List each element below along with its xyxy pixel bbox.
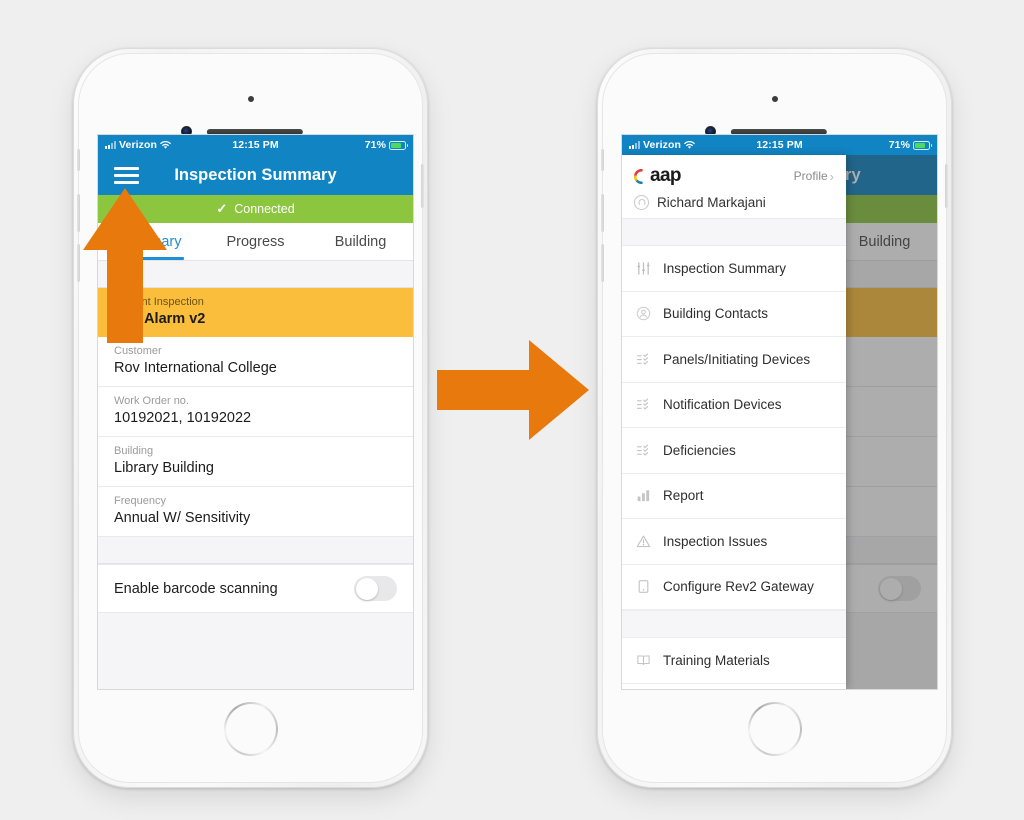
carrier-label: Verizon [119, 139, 158, 151]
signal-bars-icon [629, 141, 640, 149]
proximity-sensor-icon [247, 96, 254, 102]
profile-link[interactable]: Profile › [794, 169, 834, 184]
field-label: Frequency [114, 495, 166, 507]
signal-bars-icon [105, 141, 116, 149]
check-icon: ✓ [216, 201, 228, 216]
tab-progress[interactable]: Progress [203, 223, 308, 260]
wifi-icon [684, 140, 696, 149]
left-phone-body: Verizon 12:15 PM 71% Inspection Summary … [77, 53, 424, 783]
book-icon [636, 653, 651, 668]
volume-down-button[interactable] [77, 244, 80, 282]
drawer-user-row[interactable]: Richard Markajani [634, 195, 834, 210]
user-avatar-icon [634, 195, 649, 210]
proximity-sensor-icon [771, 96, 778, 102]
right-phone-device: Verizon 12:15 PM 71% Building aap Profil… [597, 48, 952, 788]
menu-item-inspection-issues[interactable]: Inspection Issues [622, 519, 846, 565]
volume-up-button[interactable] [77, 194, 80, 232]
page-title: Inspection Summary [174, 165, 337, 184]
checklist-icon [636, 397, 651, 412]
menu-item-label: Report [663, 488, 704, 504]
menu-item-label: Configure Rev2 Gateway [663, 579, 814, 595]
menu-item-report[interactable]: Report [622, 473, 846, 519]
battery-percent-label: 71% [364, 139, 387, 151]
volume-up-button[interactable] [601, 194, 604, 232]
menu-item-building-contacts[interactable]: Building Contacts [622, 291, 846, 337]
menu-item-panels-initiating-devices[interactable]: Panels/Initiating Devices [622, 337, 846, 383]
user-name-label: Richard Markajani [657, 195, 766, 210]
connection-status-label: Connected [234, 202, 295, 216]
bar-chart-icon [636, 488, 651, 503]
drawer-menu-separator [622, 610, 846, 638]
menu-item-label: Panels/Initiating Devices [663, 351, 811, 367]
field-value: Library Building [114, 460, 214, 476]
drawer-menu-list: Inspection Summary Building Contacts Pan… [622, 246, 846, 689]
checklist-icon [636, 352, 651, 367]
field-customer: Customer Rov International College [98, 337, 413, 387]
field-value: 10192021, 10192022 [114, 410, 252, 426]
home-button[interactable] [748, 702, 802, 756]
power-button[interactable] [945, 164, 948, 208]
contact-avatar-icon [636, 306, 651, 321]
barcode-scanning-toggle[interactable] [354, 576, 397, 601]
drawer-header: aap Profile › Richard Markajani [622, 155, 846, 218]
menu-item-inspection-summary[interactable]: Inspection Summary [622, 246, 846, 292]
xaap-logo-icon [634, 168, 643, 184]
carrier-label: Verizon [643, 139, 682, 151]
battery-charging-icon [913, 140, 933, 150]
app-logo: aap [634, 165, 682, 187]
field-label: Customer [114, 345, 162, 357]
menu-item-label: Inspection Summary [663, 260, 787, 276]
status-bar: Verizon 12:15 PM 71% [622, 135, 937, 155]
status-time: 12:15 PM [232, 139, 279, 151]
menu-item-label: Deficiencies [663, 442, 736, 458]
field-work-order-no: Work Order no. 10192021, 10192022 [98, 387, 413, 437]
field-frequency: Frequency Annual W/ Sensitivity [98, 487, 413, 537]
left-phone-device: Verizon 12:15 PM 71% Inspection Summary … [73, 48, 428, 788]
barcode-scanning-row[interactable]: Enable barcode scanning [98, 564, 413, 613]
field-label: Work Order no. [114, 395, 189, 407]
profile-link-label: Profile [793, 169, 828, 183]
power-button[interactable] [421, 164, 424, 208]
volume-down-button[interactable] [601, 244, 604, 282]
field-building: Building Library Building [98, 437, 413, 487]
field-label: Building [114, 445, 154, 457]
sliders-icon [636, 261, 651, 276]
menu-item-deficiencies[interactable]: Deficiencies [622, 428, 846, 474]
menu-item-label: Inspection Issues [663, 533, 768, 549]
app-logo-text: aap [650, 165, 682, 186]
field-value: Rov International College [114, 360, 277, 376]
field-value: Annual W/ Sensitivity [114, 510, 251, 526]
arrow-right-annotation [437, 340, 589, 440]
list-bottom-filler [98, 613, 413, 689]
status-bar: Verizon 12:15 PM 71% [98, 135, 413, 155]
battery-charging-icon [389, 140, 409, 150]
checklist-icon [636, 443, 651, 458]
battery-percent-label: 71% [888, 139, 911, 151]
mute-switch[interactable] [601, 149, 604, 171]
screenshot-stage: Verizon 12:15 PM 71% Inspection Summary … [0, 0, 1024, 820]
right-phone-screen: Verizon 12:15 PM 71% Building aap Profil… [621, 134, 938, 690]
arrow-up-annotation [83, 188, 167, 343]
drawer-header-separator [622, 218, 846, 246]
tab-building[interactable]: Building [308, 223, 413, 260]
status-time: 12:15 PM [756, 139, 803, 151]
barcode-scanning-label: Enable barcode scanning [114, 580, 278, 597]
home-button[interactable] [224, 702, 278, 756]
wifi-icon [160, 140, 172, 149]
list-mid-spacer [98, 537, 413, 564]
navigation-drawer: aap Profile › Richard Markajani Inspecti… [622, 155, 846, 689]
chevron-right-icon: › [829, 168, 834, 184]
menu-item-label: Building Contacts [663, 306, 769, 322]
menu-item-label: Training Materials [663, 652, 770, 668]
hamburger-menu-icon[interactable] [114, 166, 139, 184]
menu-item-label: Notification Devices [663, 397, 782, 413]
menu-item-training-materials[interactable]: Training Materials [622, 638, 846, 684]
menu-item-configure-rev2-gateway[interactable]: Configure Rev2 Gateway [622, 564, 846, 610]
right-phone-body: Verizon 12:15 PM 71% Building aap Profil… [601, 53, 948, 783]
device-icon [636, 579, 651, 594]
warning-triangle-icon [636, 534, 651, 549]
menu-item-notification-devices[interactable]: Notification Devices [622, 382, 846, 428]
mute-switch[interactable] [77, 149, 80, 171]
